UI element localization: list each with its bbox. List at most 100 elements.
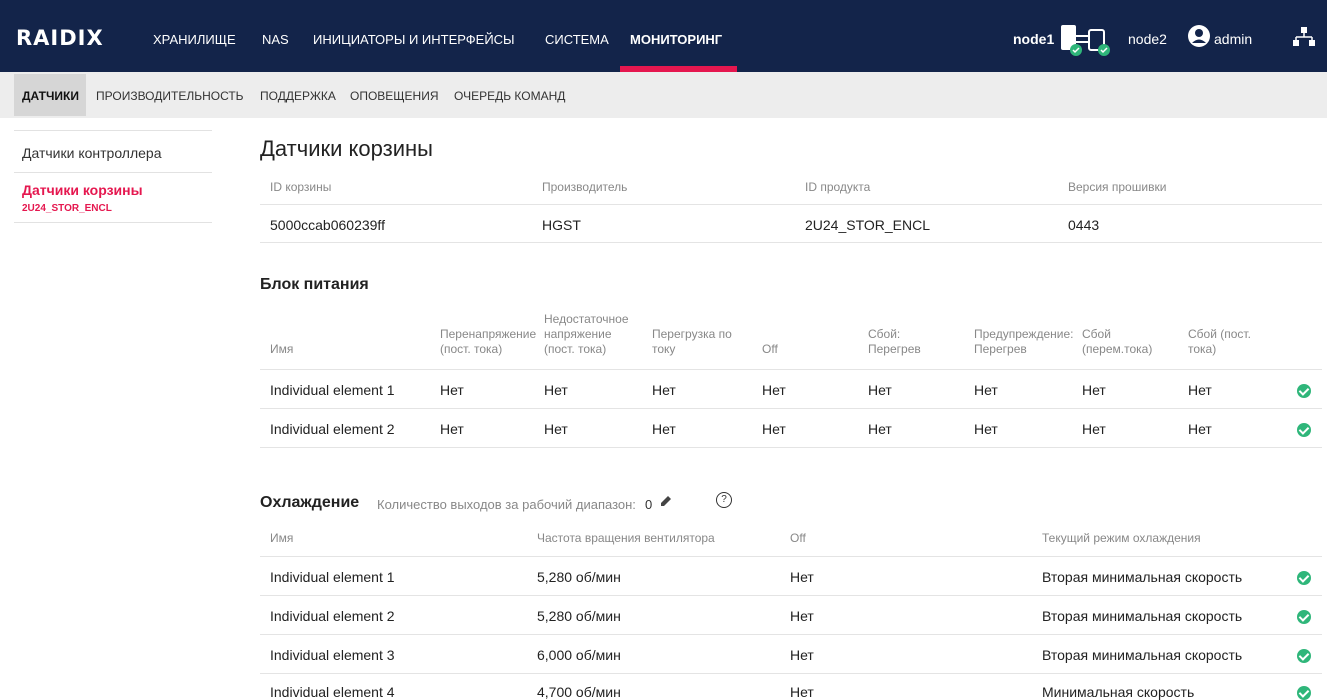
psu-cell: Нет	[1082, 382, 1106, 398]
cooling-section-title: Охлаждение	[260, 494, 360, 511]
cool-row-off: Нет	[790, 569, 814, 585]
psu-col-dc-fail: Сбой (пост. тока)	[1188, 327, 1251, 356]
sidebar-divider	[14, 172, 212, 173]
psu-cell: Нет	[652, 382, 676, 398]
cool-col-off: Off	[790, 531, 806, 545]
psu-cell: Нет	[1082, 421, 1106, 437]
cool-row-off: Нет	[790, 608, 814, 624]
table-divider	[260, 595, 1322, 596]
user-circle-icon[interactable]	[1187, 24, 1211, 48]
nav-nas[interactable]: NAS	[262, 32, 289, 47]
psu-cell: Нет	[1188, 421, 1212, 437]
psu-cell: Нет	[762, 421, 786, 437]
nav-system[interactable]: СИСТЕМА	[545, 32, 609, 47]
col-header-firmware: Версия прошивки	[1068, 180, 1167, 194]
subtab-performance[interactable]: ПРОИЗВОДИТЕЛЬНОСТЬ	[96, 89, 244, 103]
network-tree-icon[interactable]	[1292, 26, 1316, 48]
psu-col-overtemp-fail: Сбой: Перегрев	[868, 327, 921, 356]
user-name[interactable]: admin	[1214, 31, 1252, 47]
col-header-enclosure-id: ID корзины	[270, 180, 332, 194]
product-id-value: 2U24_STOR_ENCL	[805, 217, 931, 233]
psu-col-name: Имя	[270, 342, 294, 356]
cool-row-mode: Вторая минимальная скорость	[1042, 608, 1243, 624]
pencil-icon[interactable]	[658, 493, 674, 509]
cool-row-mode: Вторая минимальная скорость	[1042, 647, 1243, 663]
psu-col-off: Off	[762, 342, 778, 356]
status-ok-icon	[1297, 423, 1311, 437]
cooling-exits-label: Количество выходов за рабочий диапазон:	[377, 497, 636, 512]
status-ok-icon	[1297, 571, 1311, 585]
subtab-support[interactable]: ПОДДЕРЖКА	[260, 89, 336, 103]
psu-cell: Нет	[1188, 382, 1212, 398]
table-divider	[260, 634, 1322, 635]
cool-row-mode: Вторая минимальная скорость	[1042, 569, 1243, 585]
table-divider	[260, 673, 1322, 674]
cool-col-name: Имя	[270, 531, 294, 545]
psu-col-ac-fail: Сбой (перем.тока)	[1082, 327, 1153, 356]
cool-row-mode: Минимальная скорость	[1042, 684, 1195, 700]
cool-row-name: Individual element 1	[270, 569, 395, 585]
sidebar-divider	[14, 222, 212, 223]
node2-label[interactable]: node2	[1128, 31, 1167, 47]
cool-row-speed: 5,280 об/мин	[537, 569, 621, 585]
nav-storage[interactable]: ХРАНИЛИЩЕ	[153, 32, 236, 47]
raidix-logo[interactable]: RAIDIX	[16, 26, 104, 50]
table-divider	[260, 556, 1322, 557]
psu-section-title: Блок питания	[260, 276, 369, 293]
help-circle-icon[interactable]: ?	[716, 492, 732, 508]
sidebar-item-enclosure-sensors[interactable]: Датчики корзины	[22, 182, 143, 198]
table-divider	[260, 447, 1322, 448]
table-divider	[260, 408, 1322, 409]
sidebar-item-controller-sensors[interactable]: Датчики контроллера	[22, 145, 162, 161]
psu-cell: Нет	[440, 421, 464, 437]
subtab-command-queue[interactable]: ОЧЕРЕДЬ КОМАНД	[454, 89, 565, 103]
cool-col-fan-speed: Частота вращения вентилятора	[537, 531, 715, 545]
psu-col-overvoltage: Перенапряжение (пост. тока)	[440, 327, 537, 356]
subtab-alerts[interactable]: ОПОВЕЩЕНИЯ	[350, 89, 439, 103]
firmware-value: 0443	[1068, 217, 1100, 233]
psu-cell: Нет	[544, 421, 568, 437]
psu-col-undervoltage: Недостаточное напряжение (пост. тока)	[544, 312, 629, 356]
cool-row-speed: 5,280 об/мин	[537, 608, 621, 624]
psu-row-name: Individual element 2	[270, 421, 395, 437]
nav-initiators[interactable]: ИНИЦИАТОРЫ И ИНТЕРФЕЙСЫ	[313, 32, 515, 47]
sidebar-item-enclosure-id: 2U24_STOR_ENCL	[22, 203, 112, 214]
psu-cell: Нет	[440, 382, 464, 398]
col-header-product-id: ID продукта	[805, 180, 871, 194]
psu-cell: Нет	[762, 382, 786, 398]
nav-monitoring[interactable]: МОНИТОРИНГ	[630, 32, 722, 47]
cool-row-off: Нет	[790, 647, 814, 663]
enclosure-id-value: 5000ccab060239ff	[270, 217, 385, 233]
subtab-sensors[interactable]: ДАТЧИКИ	[22, 89, 79, 103]
psu-row-name: Individual element 1	[270, 382, 395, 398]
psu-cell: Нет	[652, 421, 676, 437]
cooling-exits-value: 0	[645, 497, 653, 512]
table-divider	[260, 204, 1322, 205]
psu-cell: Нет	[974, 421, 998, 437]
cool-row-speed: 4,700 об/мин	[537, 684, 621, 700]
psu-col-overcurrent: Перегрузка по току	[652, 327, 732, 356]
node1-label[interactable]: node1	[1013, 31, 1054, 47]
psu-cell: Нет	[868, 382, 892, 398]
status-ok-icon	[1297, 384, 1311, 398]
psu-cell: Нет	[544, 382, 568, 398]
status-ok-icon	[1297, 686, 1311, 700]
psu-cell: Нет	[974, 382, 998, 398]
vendor-value: HGST	[542, 217, 581, 233]
col-header-vendor: Производитель	[542, 180, 628, 194]
cool-row-name: Individual element 2	[270, 608, 395, 624]
table-divider	[260, 242, 1322, 243]
status-ok-icon	[1297, 649, 1311, 663]
cool-row-name: Individual element 4	[270, 684, 395, 700]
cool-row-name: Individual element 3	[270, 647, 395, 663]
table-divider	[260, 369, 1322, 370]
psu-col-overtemp-warn: Предупреждение: Перегрев	[974, 327, 1074, 356]
cool-col-mode: Текущий режим охлаждения	[1042, 531, 1201, 545]
status-ok-icon	[1297, 610, 1311, 624]
cool-row-off: Нет	[790, 684, 814, 700]
node-pair-icon[interactable]	[1057, 22, 1123, 58]
psu-cell: Нет	[868, 421, 892, 437]
cool-row-speed: 6,000 об/мин	[537, 647, 621, 663]
page-title: Датчики корзины	[260, 136, 433, 161]
sidebar-divider	[14, 130, 212, 131]
